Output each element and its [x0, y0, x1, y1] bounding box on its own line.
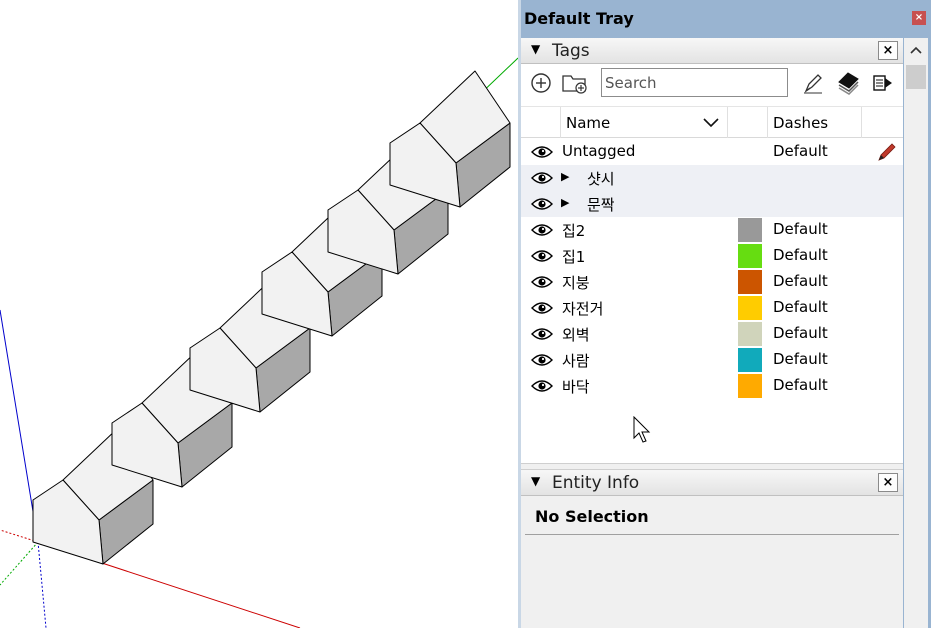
expand-triangle-icon[interactable]: ▶ [561, 196, 569, 209]
eye-icon[interactable] [531, 223, 553, 241]
details-arrow-icon[interactable] [869, 69, 897, 97]
chevron-down-icon[interactable] [702, 114, 720, 134]
scroll-thumb[interactable] [906, 65, 926, 89]
tags-panel-title: Tags [552, 41, 590, 61]
tag-dashes[interactable]: Default [773, 272, 828, 290]
tag-dashes[interactable]: Default [773, 350, 828, 368]
tag-name: 샷시 [587, 170, 615, 188]
house-model[interactable] [389, 70, 511, 208]
tags-toolbar [521, 65, 903, 101]
entity-info-title: Entity Info [552, 473, 640, 493]
tag-tool-icon[interactable] [799, 69, 827, 97]
panel-splitter[interactable] [521, 463, 903, 470]
tag-dashes[interactable]: Default [773, 298, 828, 316]
tag-name: 외벽 [562, 326, 590, 344]
tag-folder-row[interactable]: ▶ 문짝 [521, 191, 903, 217]
divider [525, 534, 899, 535]
tag-search-input[interactable] [601, 68, 788, 97]
tags-list: Untagged Default ▶ 샷시 ▶ 문짝 집2 Default 집1… [521, 139, 903, 399]
tag-folder-row[interactable]: ▶ 샷시 [521, 165, 903, 191]
tag-row[interactable]: 바닥 Default [521, 373, 903, 399]
eye-icon[interactable] [531, 327, 553, 345]
scroll-up-icon[interactable] [904, 38, 928, 64]
tag-dashes[interactable]: Default [773, 142, 828, 160]
tag-color-swatch[interactable] [738, 348, 762, 372]
tray-scrollbar[interactable] [904, 38, 928, 628]
tag-row[interactable]: 집1 Default [521, 243, 903, 269]
tag-dashes[interactable]: Default [773, 246, 828, 264]
eye-icon[interactable] [531, 145, 553, 163]
entity-info-panel: ▼ Entity Info × No Selection [521, 470, 903, 628]
tags-column-header: Name Dashes [521, 106, 903, 138]
tag-dashes[interactable]: Default [773, 220, 828, 238]
eye-icon[interactable] [531, 301, 553, 319]
eye-icon[interactable] [531, 275, 553, 293]
add-folder-icon[interactable] [561, 69, 589, 97]
tags-panel-header[interactable]: ▼ Tags × [521, 38, 903, 64]
tag-color-swatch[interactable] [738, 296, 762, 320]
tag-name: 사람 [562, 352, 590, 370]
mouse-cursor-icon [633, 415, 653, 448]
tag-name: 집2 [562, 222, 586, 240]
expand-triangle-icon[interactable]: ▶ [561, 170, 569, 183]
tray-close-button[interactable]: × [912, 11, 926, 25]
pencil-icon [877, 143, 897, 165]
column-separator[interactable] [767, 107, 768, 138]
tag-color-swatch[interactable] [738, 322, 762, 346]
collapse-triangle-icon[interactable]: ▼ [531, 42, 540, 56]
house-row [32, 70, 511, 565]
eye-icon[interactable] [531, 249, 553, 267]
tag-dashes[interactable]: Default [773, 376, 828, 394]
color-by-tag-icon[interactable] [835, 69, 863, 97]
tag-name: 바닥 [562, 378, 590, 396]
column-name[interactable]: Name [566, 114, 610, 132]
tags-panel: ▼ Tags × Name [521, 38, 903, 463]
column-separator[interactable] [861, 107, 862, 138]
column-separator[interactable] [727, 107, 728, 138]
tag-name: 집1 [562, 248, 586, 266]
tag-color-swatch[interactable] [738, 270, 762, 294]
tag-row[interactable]: 외벽 Default [521, 321, 903, 347]
tag-row[interactable]: 사람 Default [521, 347, 903, 373]
tag-color-swatch[interactable] [738, 374, 762, 398]
eye-icon[interactable] [531, 197, 553, 215]
entity-info-header[interactable]: ▼ Entity Info × [521, 470, 903, 496]
tag-row[interactable]: 집2 Default [521, 217, 903, 243]
tag-color-swatch[interactable] [738, 244, 762, 268]
tag-name: Untagged [562, 142, 636, 160]
tag-row[interactable]: 자전거 Default [521, 295, 903, 321]
tag-color-swatch[interactable] [738, 218, 762, 242]
tag-name: 지붕 [562, 274, 590, 292]
entity-info-close-button[interactable]: × [878, 473, 898, 492]
add-tag-icon[interactable] [527, 69, 555, 97]
eye-icon[interactable] [531, 379, 553, 397]
tray-title: Default Tray [524, 9, 634, 28]
default-tray: Default Tray × ▼ Tags × Search Name Dash… [518, 0, 931, 628]
tag-row-untagged[interactable]: Untagged Default [521, 139, 903, 165]
eye-icon[interactable] [531, 171, 553, 189]
collapse-triangle-icon[interactable]: ▼ [531, 474, 540, 488]
column-dashes[interactable]: Dashes [773, 114, 828, 132]
column-separator[interactable] [560, 107, 561, 138]
tag-dashes[interactable]: Default [773, 324, 828, 342]
tag-name: 문짝 [587, 196, 615, 214]
selection-status: No Selection [535, 507, 649, 526]
tag-name: 자전거 [562, 300, 604, 318]
tags-panel-close-button[interactable]: × [878, 41, 898, 60]
model-canvas[interactable] [0, 0, 518, 628]
eye-icon[interactable] [531, 353, 553, 371]
model-viewport[interactable] [0, 0, 518, 628]
tag-row[interactable]: 지붕 Default [521, 269, 903, 295]
